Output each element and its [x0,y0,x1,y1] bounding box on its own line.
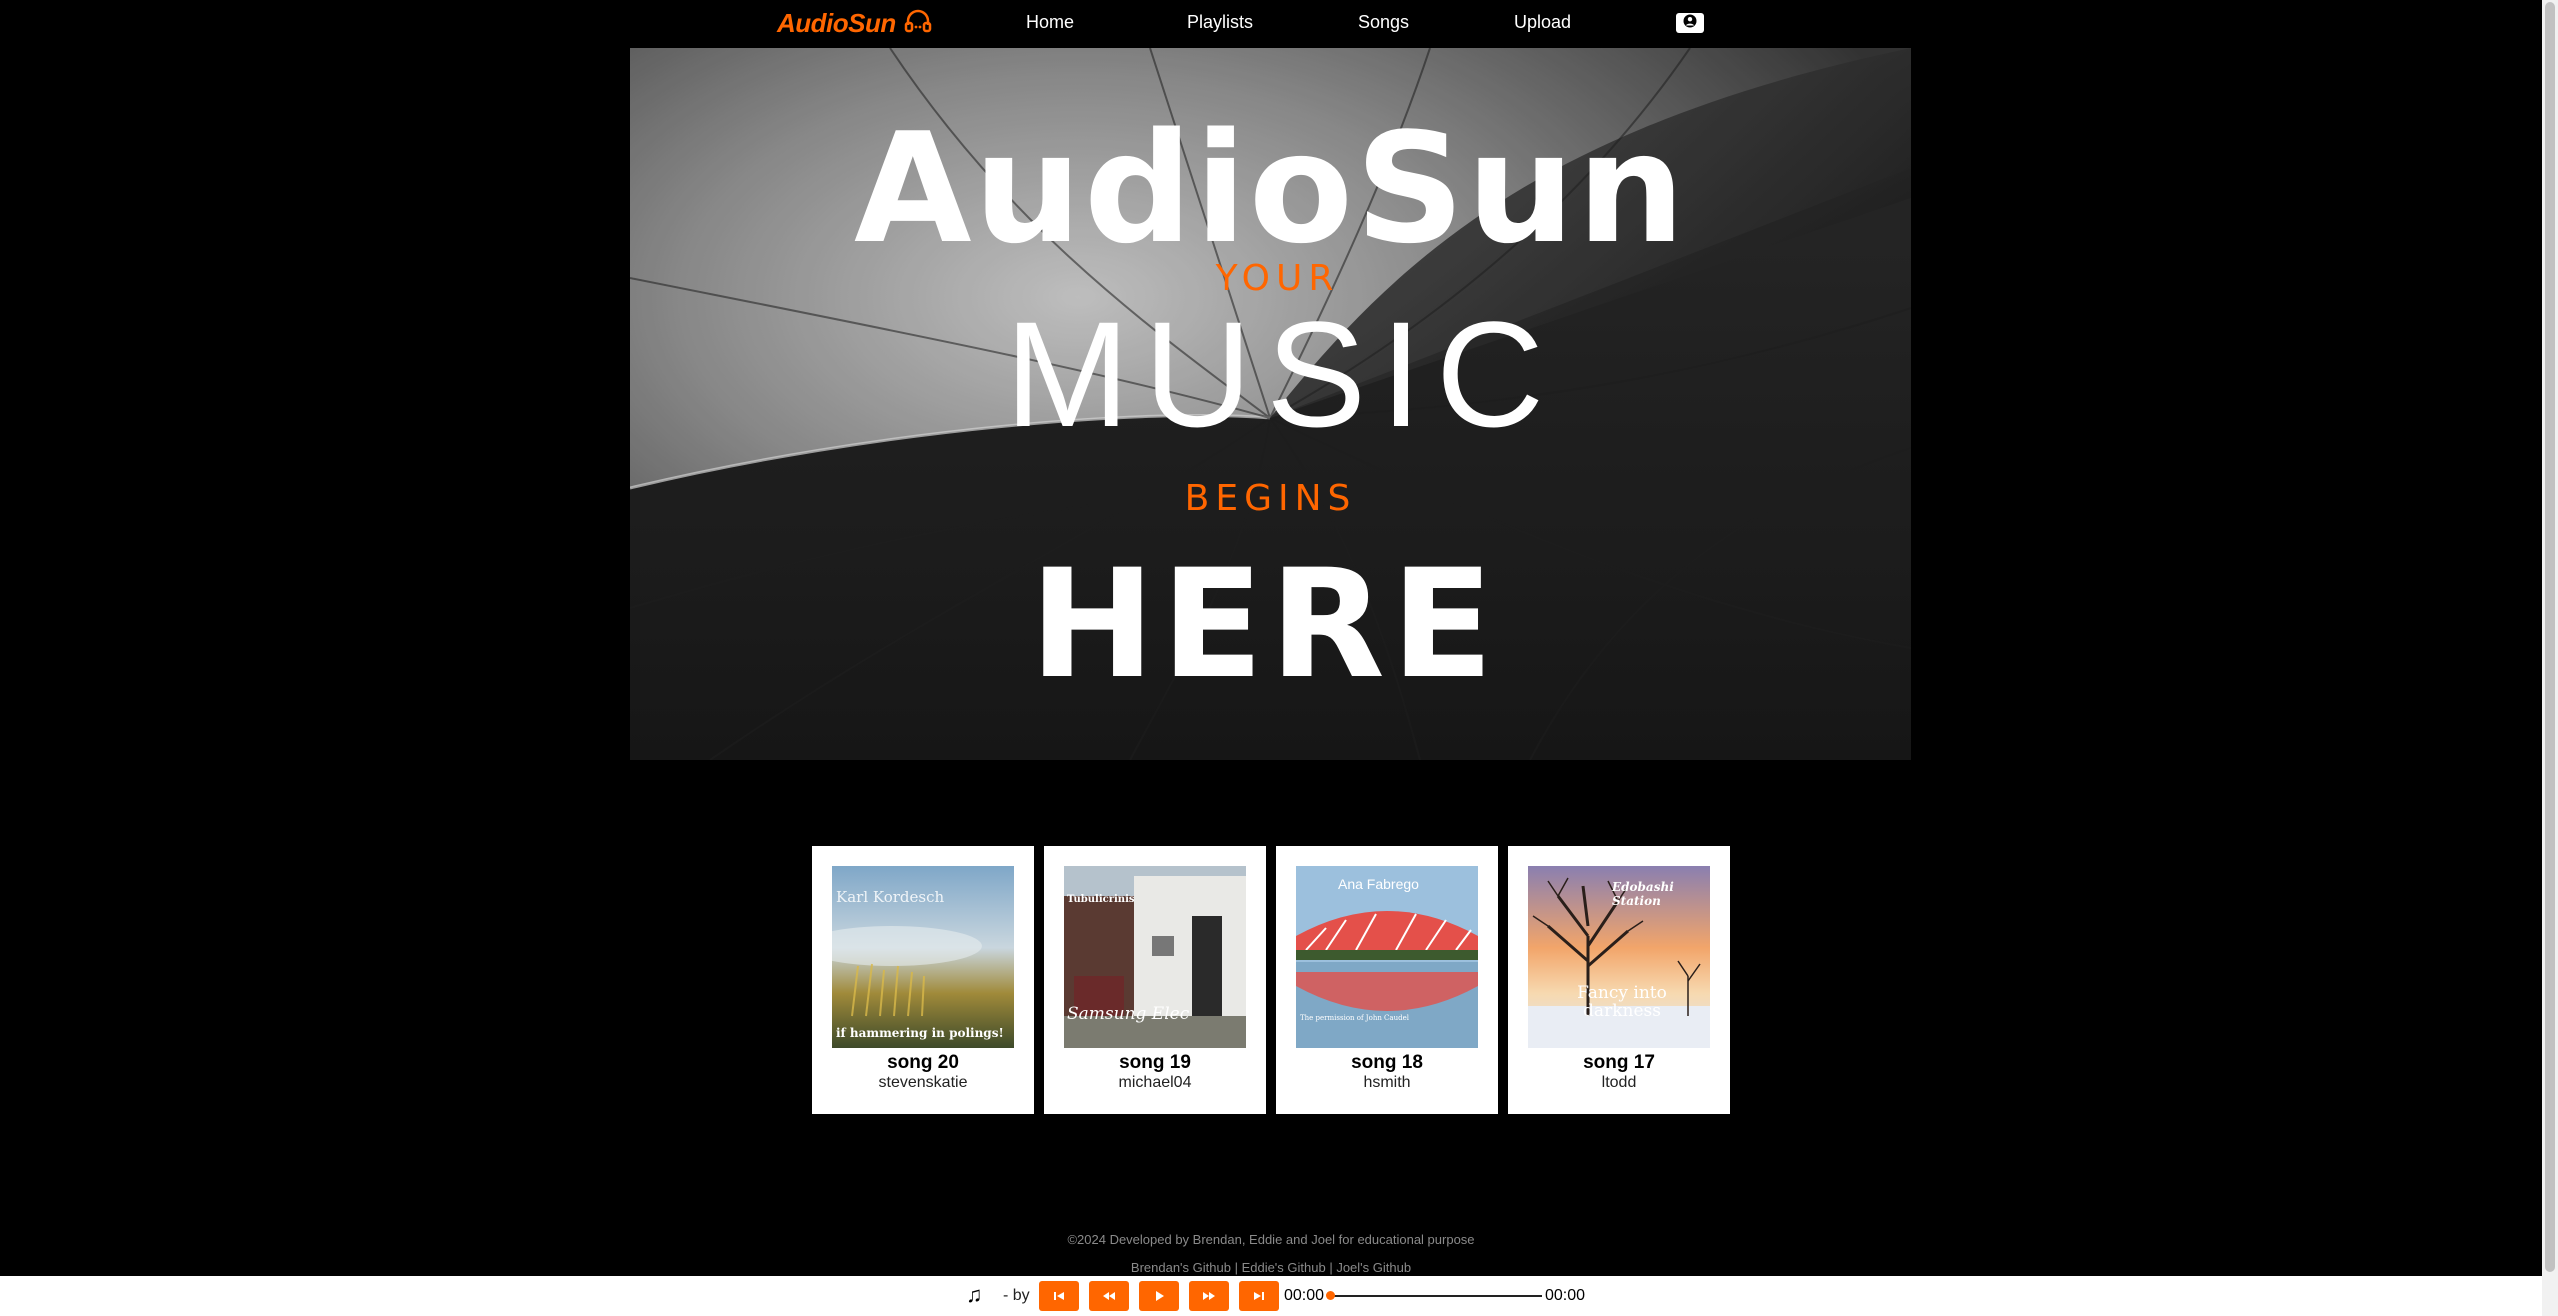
skip-next-button[interactable] [1239,1281,1279,1311]
hero-word-begins: BEGINS [1184,478,1357,519]
play-button[interactable] [1139,1281,1179,1311]
song-title: song 19 [1119,1052,1191,1073]
song-card[interactable]: Ana Fabrego The permission of John Caude… [1276,846,1498,1114]
progress-slider[interactable] [1330,1295,1542,1297]
cover-top-text: Tubulicrinis [1067,894,1135,905]
song-cover-image: Karl Kordesch if hammering in polings! [832,866,1014,1048]
brand-name: AudioSun [777,8,896,38]
page-scrollbar[interactable] [2542,0,2558,1316]
hero-banner: AudioSun YOUR MUSIC BEGINS HERE [630,48,1911,760]
nav-songs-link[interactable]: Songs [1358,12,1409,33]
headphones-icon [904,9,932,38]
song-card[interactable]: Karl Kordesch if hammering in polings! s… [812,846,1034,1114]
music-player-bar: ♫ - by 00:00 00:00 [0,1276,2542,1316]
skip-next-icon [1254,1292,1264,1300]
now-playing-by-label: - by [1003,1287,1030,1304]
top-navbar: AudioSun Home Playlists Songs Upload [0,0,2542,48]
account-button[interactable] [1676,13,1704,33]
cover-bottom-text: if hammering in polings! [836,1026,1004,1040]
eddie-github-link[interactable]: Eddie's Github [1242,1260,1326,1275]
song-cover-image: Ana Fabrego The permission of John Caude… [1296,866,1478,1048]
user-icon [1682,14,1698,33]
cover-top-text: Karl Kordesch [836,888,945,906]
brand-logo[interactable]: AudioSun [777,8,932,39]
song-card[interactable]: Tubulicrinis Samsung Elec song 19 michae… [1044,846,1266,1114]
skip-previous-button[interactable] [1039,1281,1079,1311]
hero-word-music: MUSIC [1004,290,1559,458]
rewind-icon [1103,1292,1115,1300]
cover-bottom-text: Fancy into darkness [1577,983,1667,1021]
fast-forward-button[interactable] [1189,1281,1229,1311]
song-cover-image: Tubulicrinis Samsung Elec [1064,866,1246,1048]
nav-playlists-link[interactable]: Playlists [1187,12,1253,33]
recent-songs-list: Karl Kordesch if hammering in polings! s… [812,846,1730,1114]
song-artist: ltodd [1601,1074,1637,1091]
brendan-github-link[interactable]: Brendan's Github [1131,1260,1231,1275]
cover-bottom-text: Samsung Elec [1067,1004,1190,1024]
cover-top-text: Ana Fabrego [1338,876,1419,892]
play-icon [1156,1291,1164,1301]
song-title: song 18 [1351,1052,1423,1073]
song-title: song 17 [1583,1052,1655,1073]
hero-title-audiosun: AudioSun [853,100,1688,277]
footer-links: Brendan's Github | Eddie's Github | Joel… [0,1260,2542,1275]
footer-copyright: ©2024 Developed by Brendan, Eddie and Jo… [1067,1232,1475,1247]
scrollbar-thumb[interactable] [2545,2,2555,1272]
music-note-icon: ♫ [966,1282,983,1307]
progress-slider-handle[interactable] [1326,1291,1335,1300]
joel-github-link[interactable]: Joel's Github [1336,1260,1411,1275]
song-title: song 20 [887,1052,959,1073]
song-cover-image: Edobashi Station Fancy into darkness [1528,866,1710,1048]
cover-top-text: Edobashi Station [1612,880,1674,908]
skip-previous-icon [1054,1292,1064,1300]
rewind-button[interactable] [1089,1281,1129,1311]
nav-upload-link[interactable]: Upload [1514,12,1571,33]
song-artist: stevenskatie [878,1074,968,1091]
footer-separator: | [1325,1260,1337,1275]
footer-separator: | [1230,1260,1242,1275]
song-artist: hsmith [1363,1074,1411,1091]
hero-word-here: HERE [1029,538,1500,712]
song-artist: michael04 [1118,1074,1192,1091]
current-time: 00:00 [1284,1287,1325,1304]
cover-bottom-text: The permission of John Caudel [1300,1014,1409,1022]
song-card[interactable]: Edobashi Station Fancy into darkness son… [1508,846,1730,1114]
total-time: 00:00 [1545,1287,1586,1304]
nav-home-link[interactable]: Home [1026,12,1074,33]
fast-forward-icon [1203,1292,1215,1300]
